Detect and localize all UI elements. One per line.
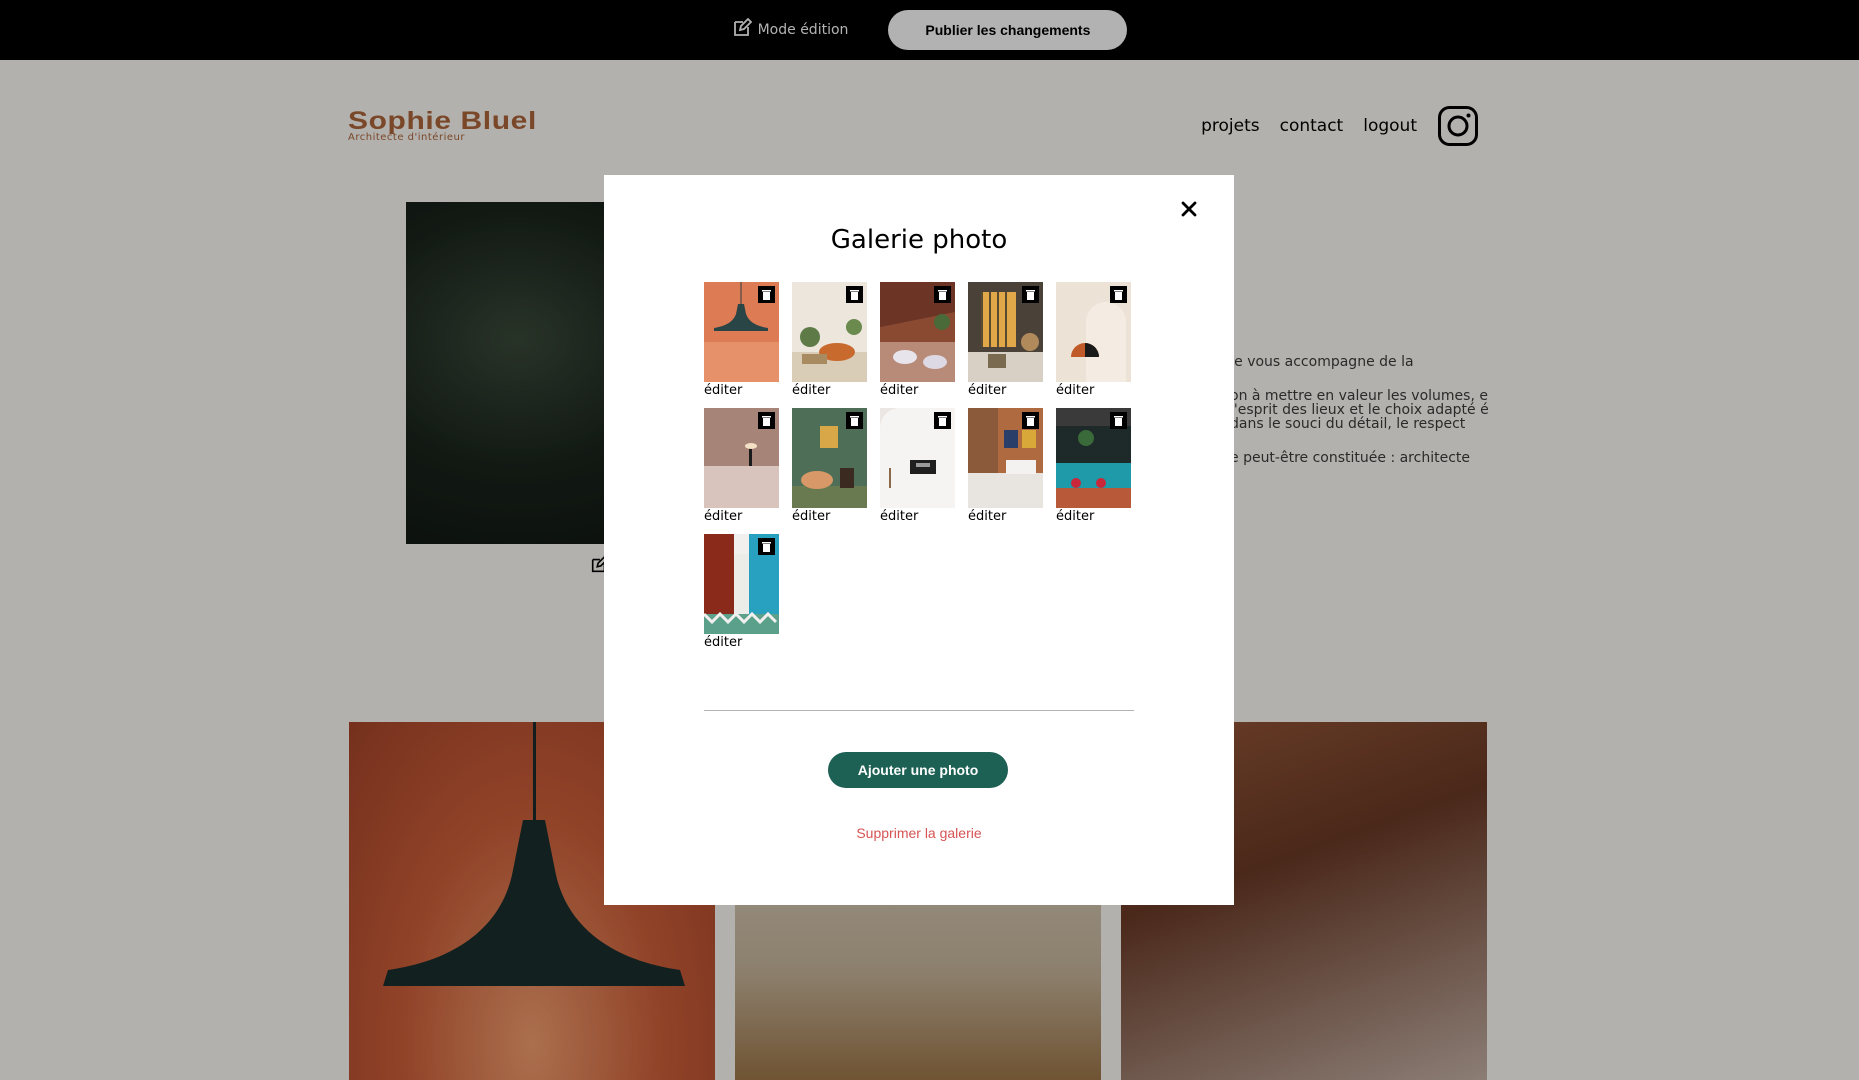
gallery-thumbnail: éditer bbox=[792, 408, 867, 526]
add-photo-button[interactable]: Ajouter une photo bbox=[828, 752, 1008, 788]
modal-title: Galerie photo bbox=[830, 225, 1008, 255]
edit-link[interactable]: éditer bbox=[880, 508, 918, 526]
edit-link[interactable]: éditer bbox=[1056, 382, 1094, 400]
gallery-thumbnail: éditer bbox=[704, 282, 779, 400]
trash-icon[interactable] bbox=[758, 286, 775, 303]
gallery-thumbnail: éditer bbox=[1056, 408, 1131, 526]
edit-link[interactable]: éditer bbox=[704, 508, 742, 526]
gallery-thumbnail: éditer bbox=[1056, 282, 1131, 400]
trash-icon[interactable] bbox=[1110, 412, 1127, 429]
edit-link[interactable]: éditer bbox=[968, 382, 1006, 400]
trash-icon[interactable] bbox=[934, 412, 951, 429]
edit-link[interactable]: éditer bbox=[880, 382, 918, 400]
trash-icon[interactable] bbox=[758, 412, 775, 429]
close-icon[interactable] bbox=[1177, 197, 1201, 221]
gallery-thumbnail: éditer bbox=[880, 282, 955, 400]
gallery-thumbnail: éditer bbox=[704, 534, 779, 652]
edit-link[interactable]: éditer bbox=[704, 382, 742, 400]
gallery-thumbnail: éditer bbox=[968, 282, 1043, 400]
gallery-thumbnail: éditer bbox=[968, 408, 1043, 526]
separator bbox=[704, 710, 1134, 711]
trash-icon[interactable] bbox=[934, 286, 951, 303]
edit-link[interactable]: éditer bbox=[1056, 508, 1094, 526]
delete-gallery-link[interactable]: Supprimer la galerie bbox=[604, 825, 1234, 841]
trash-icon[interactable] bbox=[846, 412, 863, 429]
gallery-thumbnail: éditer bbox=[792, 282, 867, 400]
edit-link[interactable]: éditer bbox=[792, 508, 830, 526]
trash-icon[interactable] bbox=[1110, 286, 1127, 303]
trash-icon[interactable] bbox=[1022, 286, 1039, 303]
edit-link[interactable]: éditer bbox=[704, 634, 742, 652]
edit-link[interactable]: éditer bbox=[968, 508, 1006, 526]
gallery-modal: Galerie photo éditer éditer éditer édite… bbox=[604, 175, 1234, 905]
trash-icon[interactable] bbox=[1022, 412, 1039, 429]
gallery-thumbnail: éditer bbox=[704, 408, 779, 526]
trash-icon[interactable] bbox=[758, 538, 775, 555]
gallery-thumbnail: éditer bbox=[880, 408, 955, 526]
edit-link[interactable]: éditer bbox=[792, 382, 830, 400]
trash-icon[interactable] bbox=[846, 286, 863, 303]
